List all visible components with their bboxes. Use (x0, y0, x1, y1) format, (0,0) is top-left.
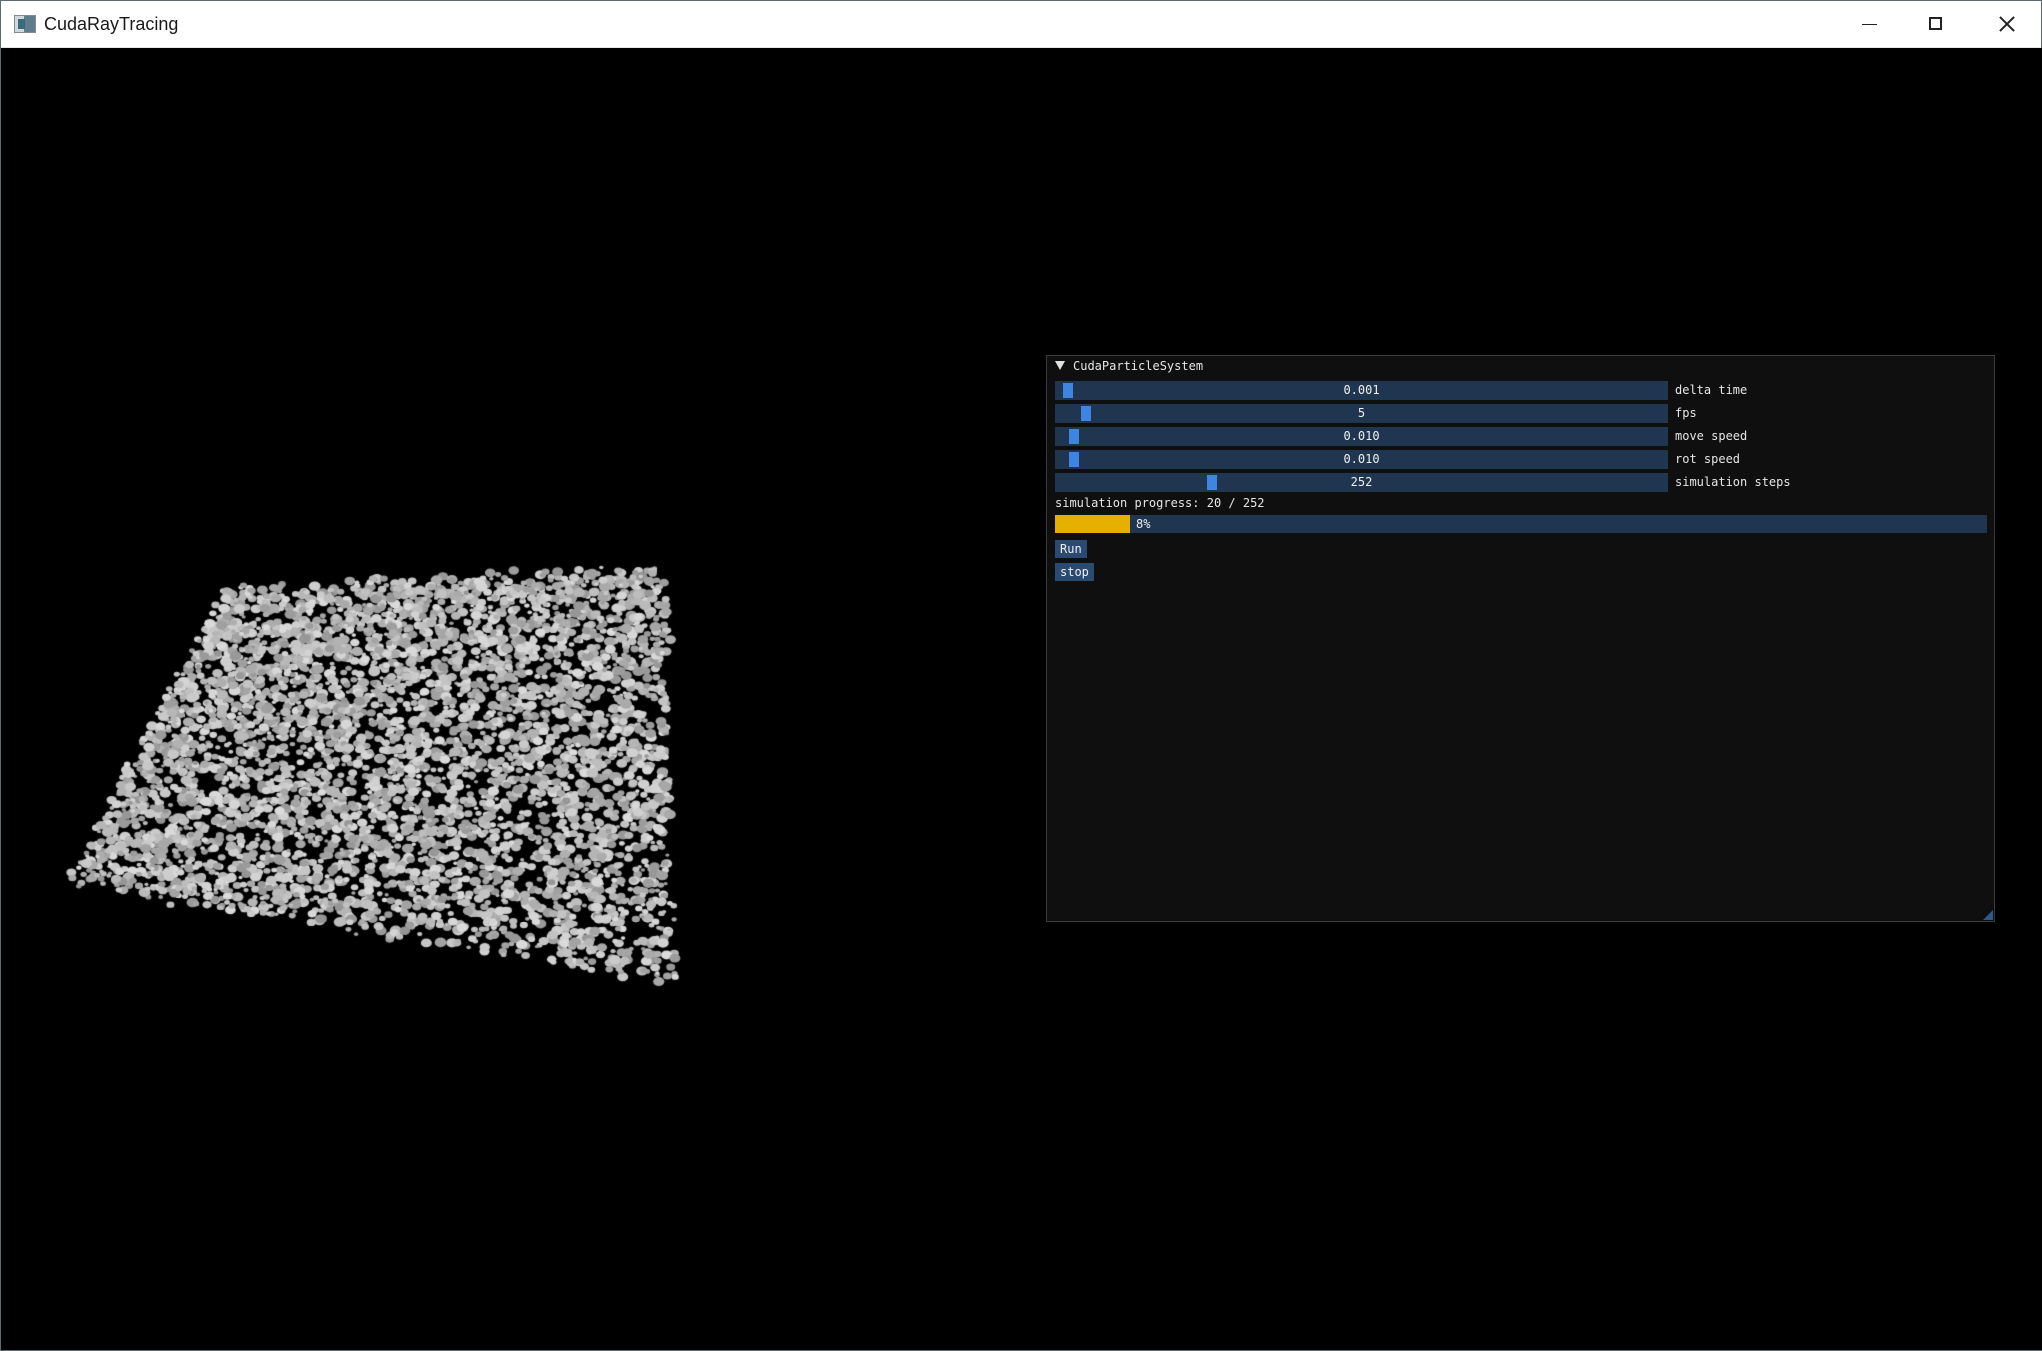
progress-fill (1055, 515, 1130, 533)
progress-percent: 8% (1136, 517, 1151, 531)
simulation-progress-text: simulation progress: 20 / 252 (1055, 496, 1265, 510)
cuda-particle-system-panel[interactable]: CudaParticleSystem 0.001 delta time 5 fp… (1046, 355, 1995, 922)
rot-speed-value: 0.010 (1343, 452, 1380, 466)
run-button[interactable]: Run (1055, 540, 1087, 558)
move-speed-value: 0.010 (1343, 429, 1380, 443)
title-bar[interactable]: CudaRayTracing (1, 1, 2041, 48)
delta-time-slider[interactable]: 0.001 (1055, 381, 1668, 400)
stop-button[interactable]: stop (1055, 563, 1094, 581)
fps-label: fps (1675, 406, 1697, 420)
panel-header[interactable]: CudaParticleSystem (1047, 356, 1994, 376)
app-window: CudaRayTracing CudaParticleSystem 0.001 … (0, 0, 2042, 1351)
window-title: CudaRayTracing (44, 14, 179, 34)
move-speed-slider[interactable]: 0.010 (1055, 427, 1668, 446)
resize-grip[interactable] (1983, 910, 1993, 920)
maximize-icon[interactable] (1901, 1, 1971, 47)
move-speed-label: move speed (1675, 429, 1748, 443)
delta-time-label: delta time (1675, 383, 1748, 397)
simulation-steps-value: 252 (1350, 475, 1373, 489)
app-window-icon (14, 15, 36, 33)
fps-slider[interactable]: 5 (1055, 404, 1668, 423)
triangle-down-icon[interactable] (1055, 361, 1065, 370)
panel-title: CudaParticleSystem (1073, 359, 1204, 373)
rot-speed-slider[interactable]: 0.010 (1055, 450, 1668, 469)
minimize-icon[interactable] (1834, 1, 1904, 47)
render-viewport[interactable]: CudaParticleSystem 0.001 delta time 5 fp… (2, 48, 2042, 1350)
rot-speed-label: rot speed (1675, 452, 1741, 466)
simulation-steps-label: simulation steps (1675, 475, 1791, 489)
fps-value: 5 (1357, 406, 1366, 420)
simulation-progress-bar: 8% (1055, 515, 1987, 533)
simulation-steps-slider[interactable]: 252 (1055, 473, 1668, 492)
delta-time-value: 0.001 (1343, 383, 1380, 397)
close-icon[interactable] (1971, 1, 2041, 47)
